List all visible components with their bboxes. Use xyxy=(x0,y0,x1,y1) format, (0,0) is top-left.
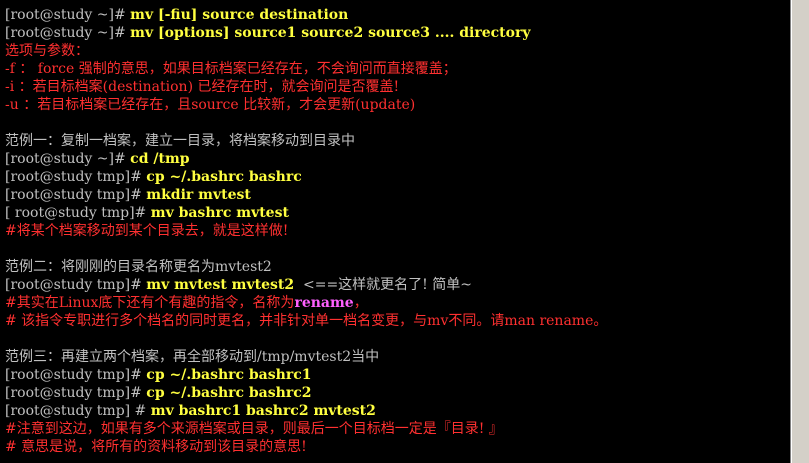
comment-line: #注意到这边，如果有多个来源档案或目录，则最后一个目标档一定是『目录! 』 xyxy=(5,421,503,437)
shell-prompt: [root@study ~]# xyxy=(5,7,131,23)
terminal-window[interactable]: [root@study ~]# mv [-fiu] source destina… xyxy=(0,0,791,463)
terminal-line: [root@study tmp]# mv mvtest mvtest2 <==这… xyxy=(5,276,790,294)
shell-prompt: [root@study tmp]# xyxy=(5,385,147,401)
command-text: mv bashrc1 bashrc2 mvtest2 xyxy=(150,403,376,419)
comment-line: # 意思是说，将所有的资料移动到该目录的意思! xyxy=(5,439,307,455)
terminal-line: [root@study tmp] # mv bashrc1 bashrc2 mv… xyxy=(5,402,790,420)
terminal-line: [root@study ~]# cd /tmp xyxy=(5,150,790,168)
shell-prompt: [root@study tmp]# xyxy=(5,367,147,383)
example-2-heading: 范例二：将刚刚的目录名称更名为mvtest2 xyxy=(5,259,272,275)
option-f-description: -f ： force 强制的意思，如果目标档案已经存在，不会询问而直接覆盖； xyxy=(5,61,457,77)
terminal-line: [ root@study tmp]# mv bashrc mvtest xyxy=(5,204,790,222)
comment-line: # 该指令专职进行多个档名的同时更名，并非针对单一档名变更，与mv不同。请man… xyxy=(5,313,608,329)
terminal-line: [root@study tmp]# cp ~/.bashrc bashrc2 xyxy=(5,384,790,402)
terminal-line: [root@study tmp]# cp ~/.bashrc bashrc xyxy=(5,168,790,186)
shell-prompt: [root@study ~]# xyxy=(5,25,131,41)
vertical-scrollbar[interactable] xyxy=(791,0,809,463)
comment-text: ， xyxy=(353,295,368,311)
command-text: mv bashrc mvtest xyxy=(150,205,289,221)
command-text: mkdir mvtest xyxy=(146,187,251,203)
shell-prompt: [root@study tmp]# xyxy=(5,169,147,185)
comment-line: #其实在Linux底下还有个有趣的指令，名称为rename， xyxy=(5,294,790,312)
shell-prompt: [root@study ~]# xyxy=(5,151,131,167)
command-text: cp ~/.bashrc bashrc1 xyxy=(146,367,312,383)
inline-note: <==这样就更名了! 简单~ xyxy=(294,277,472,293)
shell-prompt: [root@study tmp] # xyxy=(5,403,151,419)
terminal-line: [root@study ~]# mv [-fiu] source destina… xyxy=(5,6,790,24)
terminal-line: [root@study tmp]# mkdir mvtest xyxy=(5,186,790,204)
command-text: cp ~/.bashrc bashrc xyxy=(146,169,302,185)
highlighted-command: rename xyxy=(294,295,354,311)
command-text: mv [-fiu] source destination xyxy=(130,7,349,23)
terminal-line: [root@study tmp]# cp ~/.bashrc bashrc1 xyxy=(5,366,790,384)
option-i-description: -i ：若目标档案(destination) 已经存在时，就会询问是否覆盖! xyxy=(5,79,400,95)
command-text: cp ~/.bashrc bashrc2 xyxy=(146,385,312,401)
comment-text: #其实在Linux底下还有个有趣的指令，名称为 xyxy=(5,295,295,311)
command-text: cd /tmp xyxy=(130,151,190,167)
command-text: mv [options] source1 source2 source3 ...… xyxy=(130,25,531,41)
command-text: mv mvtest mvtest2 xyxy=(146,277,295,293)
terminal-line: [root@study ~]# mv [options] source1 sou… xyxy=(5,24,790,42)
example-3-heading: 范例三：再建立两个档案，再全部移动到/tmp/mvtest2当中 xyxy=(5,349,380,365)
comment-line: #将某个档案移动到某个目录去，就是这样做! xyxy=(5,223,289,239)
shell-prompt: [root@study tmp]# xyxy=(5,187,147,203)
shell-prompt: [ root@study tmp]# xyxy=(5,205,151,221)
example-1-heading: 范例一：复制一档案，建立一目录，将档案移动到目录中 xyxy=(5,133,355,149)
options-heading: 选项与参数： xyxy=(5,43,89,59)
shell-prompt: [root@study tmp]# xyxy=(5,277,147,293)
option-u-description: -u ：若目标档案已经存在，且source 比较新，才会更新(update) xyxy=(5,97,416,113)
